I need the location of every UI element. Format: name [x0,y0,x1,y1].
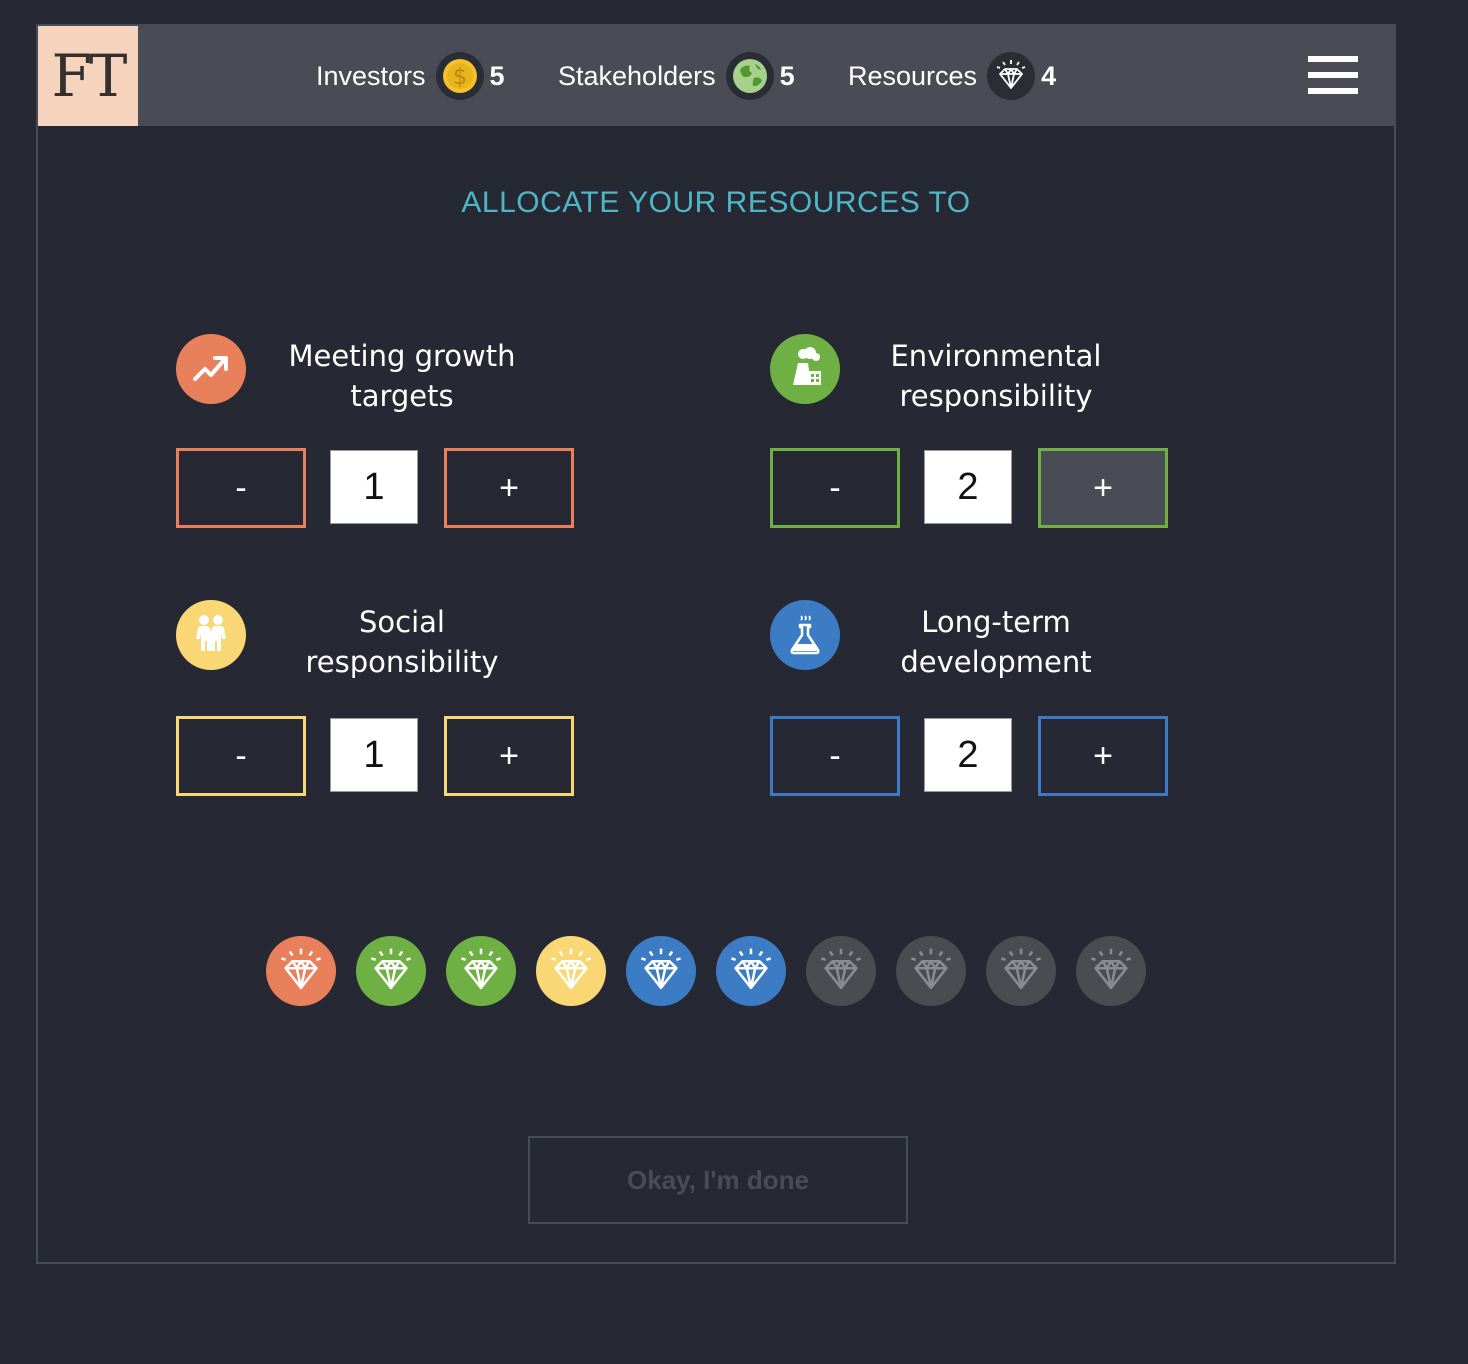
diamond-icon [896,936,966,1006]
social-title-line1: Social [359,605,445,639]
diamond-icon [987,52,1036,100]
game-frame: FT Investors $ 5 Stakeholders 5 Resource… [36,24,1396,1264]
diamond-icon [806,936,876,1006]
diamond-icon [1076,936,1146,1006]
environmental-title-line1: Environmental [890,339,1102,373]
social-title-line2: responsibility [305,645,499,679]
growth-value: 1 [330,450,418,524]
environmental-plus-button[interactable]: + [1038,448,1168,528]
diamond-icon [266,936,336,1006]
growth-plus-button[interactable]: + [444,448,574,528]
top-bar: FT Investors $ 5 Stakeholders 5 Resource… [38,26,1394,126]
resources-count: 4 [1041,60,1057,91]
diamond-icon [536,936,606,1006]
resources-stat: Resources 4 [848,26,1056,126]
investors-count: 5 [489,60,505,91]
growth-title: Meeting growth targets [252,336,552,416]
social-title: Social responsibility [252,602,552,682]
page-heading: ALLOCATE YOUR RESOURCES TO [461,186,971,219]
longterm-minus-button[interactable]: - [770,716,900,796]
longterm-title-line2: development [900,645,1092,679]
diamond-icon [626,936,696,1006]
stakeholders-label: Stakeholders [558,60,716,91]
coin-icon: $ [435,52,484,100]
investors-label: Investors [316,60,426,91]
longterm-title: Long-term development [846,602,1146,682]
hamburger-menu-icon[interactable] [1308,56,1358,94]
flask-icon [770,600,840,670]
social-plus-button[interactable]: + [444,716,574,796]
social-value: 1 [330,718,418,792]
diamond-icon [716,936,786,1006]
investors-stat: Investors $ 5 [316,26,505,126]
trending-up-icon [176,334,246,404]
growth-minus-button[interactable]: - [176,448,306,528]
diamond-icon [986,936,1056,1006]
environmental-minus-button[interactable]: - [770,448,900,528]
stakeholders-count: 5 [779,60,795,91]
growth-title-line1: Meeting growth [288,339,516,373]
globe-icon [725,52,774,100]
stakeholders-stat: Stakeholders 5 [558,26,795,126]
diamond-icon [356,936,426,1006]
environmental-value: 2 [924,450,1012,524]
longterm-value: 2 [924,718,1012,792]
people-icon [176,600,246,670]
longterm-plus-button[interactable]: + [1038,716,1168,796]
ft-logo: FT [38,26,138,126]
diamond-icon [446,936,516,1006]
svg-text:$: $ [453,65,467,90]
done-button[interactable]: Okay, I'm done [528,1136,908,1224]
growth-title-line2: targets [350,379,454,413]
social-minus-button[interactable]: - [176,716,306,796]
longterm-title-line1: Long-term [921,605,1071,639]
resources-label: Resources [848,60,978,91]
factory-icon [770,334,840,404]
environmental-title-line2: responsibility [899,379,1093,413]
environmental-title: Environmental responsibility [846,336,1146,416]
